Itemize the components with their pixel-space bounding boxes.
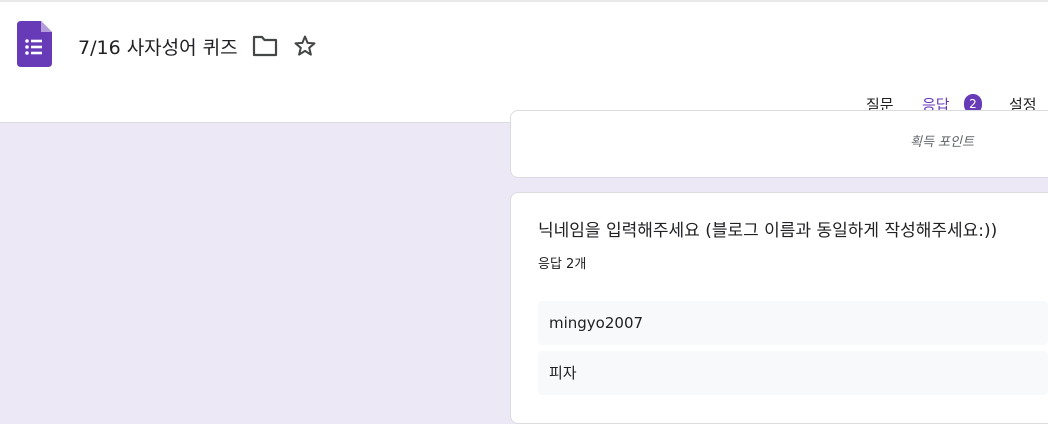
document-title[interactable]: 7/16 사자성어 퀴즈 — [78, 33, 238, 60]
question-title: 닉네임을 입력해주세요 (블로그 이름과 동일하게 작성해주세요:)) — [538, 221, 998, 241]
star-icon[interactable] — [293, 34, 317, 58]
app-header: 7/16 사자성어 퀴즈 질문 응답 2 설정 — [0, 0, 1048, 124]
points-earned-label: 획득 포인트 — [910, 135, 974, 150]
forms-document-icon[interactable] — [17, 21, 52, 67]
response-item: 피자 — [538, 351, 1048, 395]
folder-icon[interactable] — [252, 35, 278, 57]
response-item: mingyo2007 — [538, 301, 1048, 345]
response-count: 응답 2개 — [538, 257, 587, 272]
